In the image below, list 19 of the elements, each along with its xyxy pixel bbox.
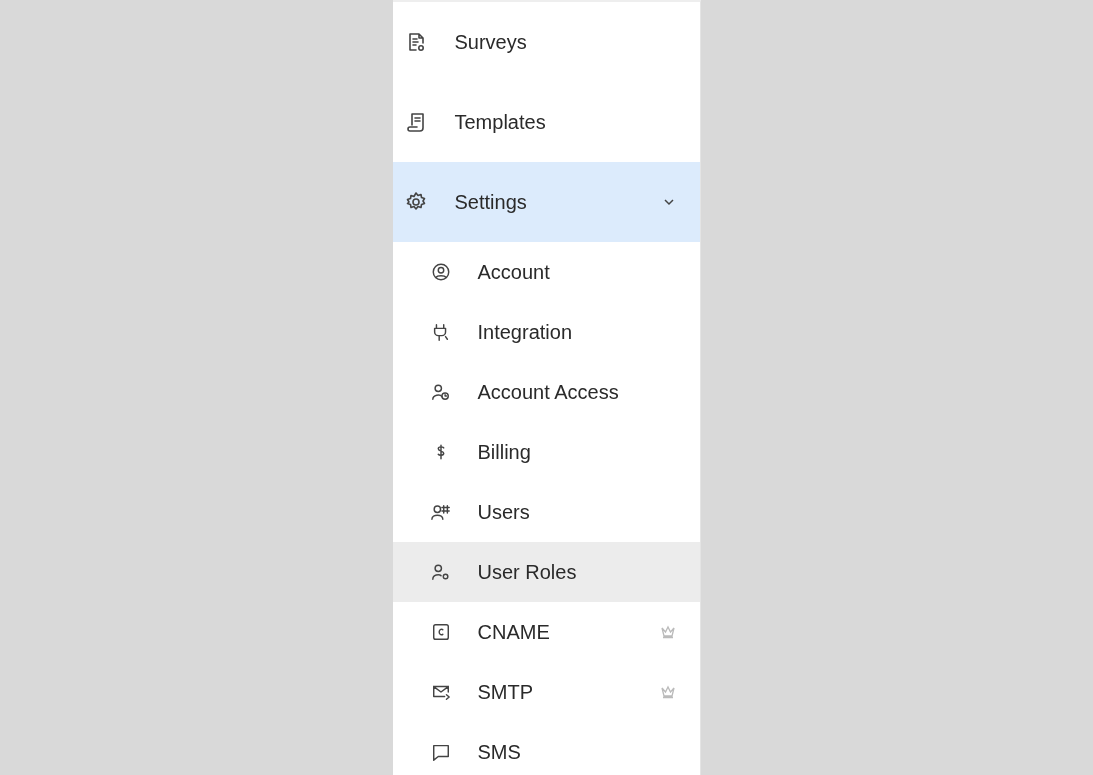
submenu-item[interactable]: Billing <box>392 422 700 482</box>
sidebar-item[interactable]: Settings <box>392 162 700 242</box>
submenu-item[interactable]: SMS <box>392 722 700 775</box>
user-clock-icon <box>430 382 451 402</box>
settings-icon <box>404 191 427 213</box>
chat-icon <box>430 742 451 762</box>
sidebar-item[interactable]: Surveys <box>392 2 700 82</box>
user-circle-icon <box>430 262 451 282</box>
users-icon <box>430 502 451 522</box>
submenu-item[interactable]: Integration <box>392 302 700 362</box>
submenu-item[interactable]: Users <box>392 482 700 542</box>
submenu-item[interactable]: CNAME <box>392 602 700 662</box>
sidebar-item[interactable]: Templates <box>392 82 700 162</box>
submenu-item[interactable]: Account Access <box>392 362 700 422</box>
submenu-item[interactable]: Account <box>392 242 700 302</box>
submenu-item[interactable]: SMTP <box>392 662 700 722</box>
user-gear-icon <box>430 562 451 582</box>
letter-square-icon <box>430 622 451 642</box>
submenu-item[interactable]: User Roles <box>392 542 700 602</box>
